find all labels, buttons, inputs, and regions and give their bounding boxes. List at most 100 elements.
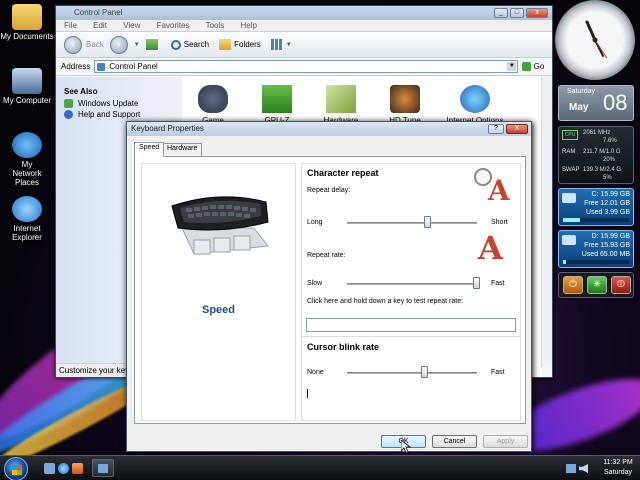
search-label: Search <box>183 40 210 49</box>
drive-d-gadget[interactable]: D: 15.99 GB Free 15.93 GB Used 65.00 MB <box>558 230 634 268</box>
start-button[interactable] <box>4 457 28 480</box>
dropdown-arrow-icon[interactable]: ▼ <box>134 42 140 48</box>
maximize-button[interactable]: □ <box>510 8 524 18</box>
settings-pane: Character repeat A Repeat delay: Long Sh… <box>301 163 521 421</box>
minimize-button[interactable]: _ <box>494 8 508 18</box>
mouse-cursor-icon <box>401 440 411 454</box>
test-repeat-input[interactable] <box>306 318 516 332</box>
help-icon <box>64 110 73 119</box>
dialog-titlebar[interactable]: Keyboard Properties <box>127 122 531 136</box>
swap-label: SWAP <box>562 167 580 173</box>
cpu-load: 7.6% <box>603 138 617 144</box>
cpu-label: CPU <box>564 132 576 138</box>
tab-speed[interactable]: Speed <box>134 142 165 157</box>
repeat-delay-slider[interactable] <box>423 216 431 228</box>
apply-button[interactable]: Apply <box>483 435 528 448</box>
link-label: Windows Update <box>78 99 139 108</box>
tray-clock[interactable]: 11:32 PM Saturday <box>600 458 636 478</box>
desktop-icon-my-computer[interactable]: My Computer <box>0 68 54 105</box>
cursor-blink-slider[interactable] <box>421 366 428 378</box>
drive-d-free: Free 15.93 GB <box>584 242 630 249</box>
search-button[interactable]: Search <box>170 39 210 50</box>
tab-hardware[interactable]: Hardware <box>162 143 203 156</box>
clock-hands-icon <box>585 20 608 59</box>
repeat-rate-slider[interactable] <box>473 277 480 289</box>
menu-edit[interactable]: Edit <box>93 21 107 30</box>
drive-c-letter: C: <box>591 191 599 198</box>
media-player-icon[interactable] <box>72 463 83 474</box>
menu-file[interactable]: File <box>64 21 77 30</box>
cp-item-internet-options[interactable]: Internet Options <box>438 85 512 125</box>
cp-item-hd-tune[interactable]: HD Tune <box>374 85 436 125</box>
window-titlebar[interactable]: Control Panel <box>56 6 552 20</box>
drive-d-usage-bar <box>563 260 629 264</box>
cursor-blink-track <box>347 372 477 374</box>
blink-min-label: None <box>307 369 324 376</box>
window-title: Control Panel <box>74 8 123 17</box>
menu-tools[interactable]: Tools <box>206 21 225 30</box>
desktop-icon-label: My Network Places <box>12 160 42 187</box>
address-dropdown-icon[interactable]: ▼ <box>507 62 517 71</box>
menu-help[interactable]: Help <box>241 21 257 30</box>
ram-percent: 20% <box>603 157 616 163</box>
calendar-gadget[interactable]: Saturday May 08 <box>558 85 634 121</box>
help-button[interactable]: ? <box>488 124 504 134</box>
drive-c-usage-bar <box>563 218 629 222</box>
cp-item-hardware[interactable]: Hardware <box>310 85 372 125</box>
gamepad-icon <box>198 85 228 113</box>
dialog-close-button[interactable]: X <box>506 124 528 134</box>
folder-icon <box>12 4 42 30</box>
forward-arrow-icon[interactable]: › <box>109 35 128 54</box>
menu-favorites[interactable]: Favorites <box>157 21 190 30</box>
cp-item-gpu-z[interactable]: GPU-Z <box>246 85 308 125</box>
go-button[interactable]: Go <box>522 62 544 72</box>
help-support-link[interactable]: Help and Support <box>64 110 182 119</box>
shutdown-button[interactable]: ⏼ <box>611 276 631 294</box>
internet-explorer-icon <box>12 196 42 222</box>
cancel-button[interactable]: Cancel <box>432 435 477 448</box>
drive-c-usage-fill <box>563 218 580 222</box>
back-arrow-icon[interactable]: ‹ <box>64 35 82 54</box>
folders-button[interactable]: Folders <box>219 39 261 50</box>
taskbar-window-button[interactable] <box>92 459 114 477</box>
computer-icon <box>12 68 42 94</box>
gpu-card-icon <box>262 85 292 113</box>
system-monitor-gadget[interactable]: CPU 2061 MHz 7.6% RAM 211.7 M/1.0 G 20% … <box>558 126 634 184</box>
dropdown-arrow-icon: ▼ <box>285 41 292 48</box>
drive-c-gadget[interactable]: C: 15.99 GB Free 12.01 GB Used 3.99 GB <box>558 188 634 226</box>
keyboard-illustration-icon <box>171 196 269 255</box>
address-input[interactable]: Control Panel ▼ <box>94 60 519 73</box>
speed-caption: Speed <box>201 304 235 316</box>
drive-c-free: Free 12.01 GB <box>584 200 630 207</box>
clock-gadget[interactable] <box>555 0 635 80</box>
desktop-icon-internet-explorer[interactable]: Internet Explorer <box>0 196 54 242</box>
cpu-chip-icon: CPU <box>562 130 578 140</box>
network-tray-icon[interactable] <box>566 464 576 473</box>
restart-button[interactable]: ✳ <box>587 276 607 294</box>
menu-view[interactable]: View <box>123 21 140 30</box>
menu-bar: File Edit View Favorites Tools Help <box>56 20 552 32</box>
toolbar: ‹ Back › ▼ Search Folders ▼ <box>56 32 552 58</box>
logoff-button[interactable]: ⏻ <box>563 276 583 294</box>
repeat-rate-label: Repeat rate: <box>307 252 346 259</box>
sidebar-gadgets: Saturday May 08 CPU 2061 MHz 7.6% RAM 21… <box>555 0 640 330</box>
windows-update-link[interactable]: Windows Update <box>64 99 182 108</box>
test-repeat-label: Click here and hold down a key to test r… <box>307 298 464 305</box>
vertical-scrollbar[interactable] <box>541 77 552 367</box>
drive-d-size: 15.99 GB <box>600 233 630 240</box>
up-folder-button[interactable] <box>145 39 161 50</box>
network-icon <box>12 132 42 158</box>
drive-c-size-line: C: 15.99 GB <box>591 191 630 198</box>
desktop-icon-my-documents[interactable]: My Documents <box>0 4 54 41</box>
close-button[interactable]: x <box>526 8 548 18</box>
drive-icon <box>562 235 576 245</box>
show-desktop-icon[interactable] <box>44 463 55 474</box>
desktop-icon-my-network-places[interactable]: My Network Places <box>0 132 54 187</box>
status-bar: Customize your keyb <box>56 363 128 377</box>
internet-explorer-icon[interactable] <box>58 463 69 474</box>
back-label[interactable]: Back <box>86 40 104 49</box>
address-value: Control Panel <box>109 62 158 71</box>
calendar-month: May <box>569 102 589 113</box>
volume-tray-icon[interactable] <box>579 464 588 473</box>
views-button[interactable]: ▼ <box>270 39 292 50</box>
